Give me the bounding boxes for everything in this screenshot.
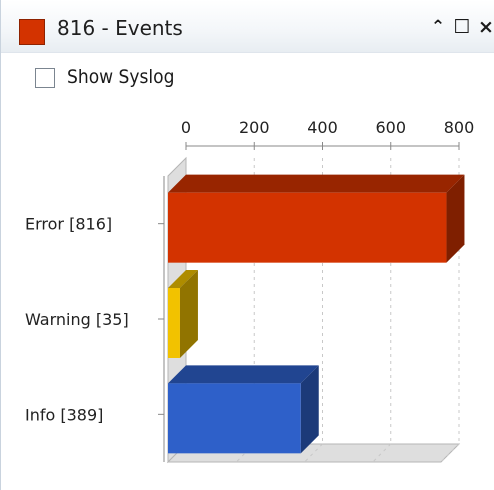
- bar: [168, 288, 180, 358]
- x-tick-label: 800: [444, 118, 475, 137]
- bar-top: [168, 174, 465, 193]
- category-label: Info [389]: [25, 405, 103, 424]
- x-tick-label: 600: [375, 118, 406, 137]
- bar: [168, 192, 447, 263]
- x-tick-label: 400: [307, 118, 338, 137]
- category-label: Warning [35]: [25, 310, 129, 329]
- bar: [168, 383, 301, 454]
- category-label: Error [816]: [25, 215, 112, 234]
- x-tick-label: 200: [239, 118, 270, 137]
- x-tick-label: 0: [181, 118, 191, 137]
- events-bar-chart: 0 200 400 600 800 Error [816] Warning [35] Info…: [25, 118, 475, 464]
- bar-top: [168, 365, 319, 384]
- events-panel: 816 - Events ⌃ ☐ × Show Syslog 0 200 400 60…: [0, 0, 494, 490]
